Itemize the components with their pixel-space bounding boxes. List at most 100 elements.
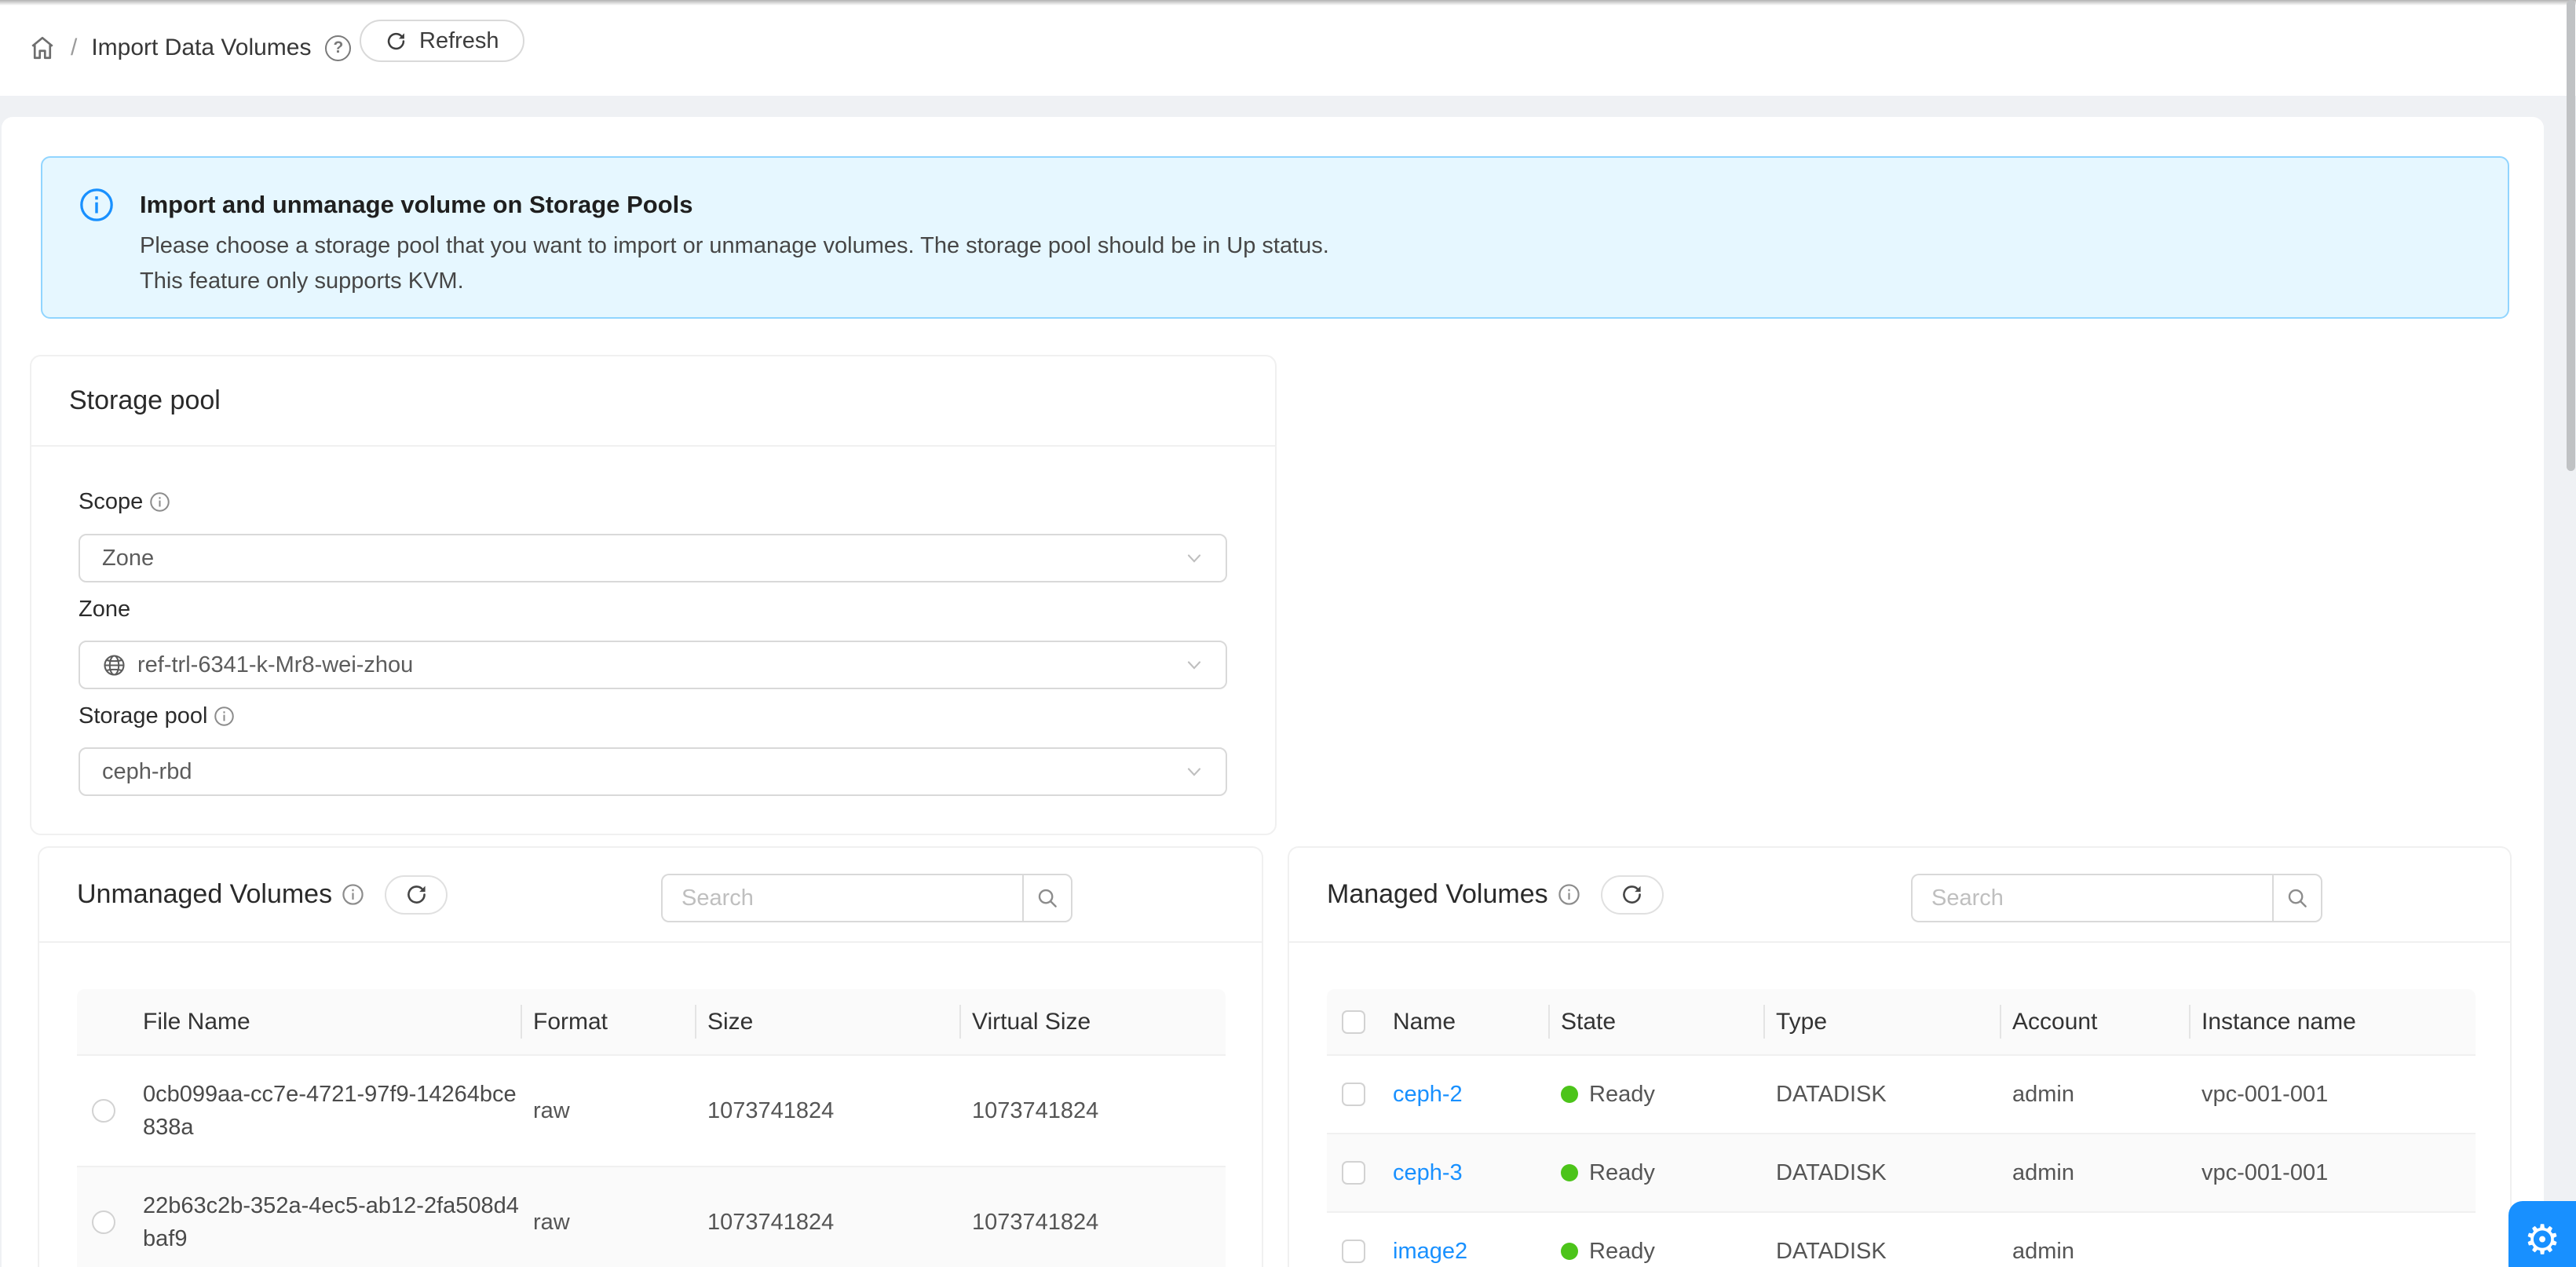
- scope-label: Scope: [79, 489, 170, 515]
- instance-name-cell: vpc-001-001: [2189, 1082, 2476, 1108]
- file-name-cell: 22b63c2b-352a-4ec5-ab12-2fa508d4baf9: [143, 1193, 519, 1251]
- chevron-down-icon: [1183, 547, 1205, 569]
- radio-button[interactable]: [92, 1210, 115, 1234]
- managed-volumes-table: Name State Type Account Instance name ce…: [1327, 989, 2476, 1267]
- reload-icon: [404, 882, 429, 907]
- storage-pool-card: Storage pool Scope Zone Zone: [30, 355, 1277, 835]
- type-cell: DATADISK: [1763, 1239, 2000, 1265]
- storage-pool-card-title: Storage pool: [31, 356, 1275, 447]
- state-cell: Ready: [1589, 1082, 1655, 1108]
- managed-search-button[interactable]: [2272, 874, 2322, 922]
- unmanaged-volumes-card: Unmanaged Volumes: [38, 846, 1263, 1267]
- column-header-name: Name: [1380, 989, 1548, 1054]
- unmanaged-search-button[interactable]: [1022, 874, 1072, 922]
- status-dot: [1561, 1086, 1578, 1103]
- managed-table-header: Name State Type Account Instance name: [1327, 989, 2476, 1054]
- unmanaged-volumes-title: Unmanaged Volumes: [77, 879, 332, 910]
- reload-icon: [385, 30, 407, 53]
- unmanaged-search-input[interactable]: [661, 874, 1022, 922]
- unmanaged-info-icon: [342, 883, 364, 906]
- instance-name-cell: vpc-001-001: [2189, 1160, 2476, 1186]
- column-header-state: State: [1548, 989, 1763, 1054]
- gear-icon: ⚙: [2524, 1220, 2561, 1261]
- breadcrumb: / Import Data Volumes ?: [28, 0, 351, 96]
- managed-refresh-button[interactable]: [1601, 875, 1664, 915]
- scope-select-value: Zone: [102, 546, 154, 571]
- state-cell: Ready: [1589, 1239, 1655, 1265]
- state-cell: Ready: [1589, 1160, 1655, 1186]
- managed-search-input[interactable]: [1911, 874, 2272, 922]
- page: / Import Data Volumes ? Refresh: [0, 0, 2576, 1267]
- column-header-virtual-size: Virtual Size: [959, 989, 1226, 1054]
- column-header-account: Account: [2000, 989, 2189, 1054]
- scope-select[interactable]: Zone: [79, 534, 1227, 582]
- file-name-cell: 0cb099aa-cc7e-4721-97f9-14264bce838a: [143, 1082, 517, 1140]
- row-checkbox[interactable]: [1342, 1161, 1365, 1185]
- row-checkbox[interactable]: [1342, 1083, 1365, 1106]
- select-all-checkbox[interactable]: [1342, 1010, 1365, 1034]
- row-checkbox[interactable]: [1342, 1240, 1365, 1263]
- account-cell: admin: [2000, 1239, 2189, 1265]
- scope-info-icon: [149, 491, 170, 513]
- virtual-size-cell: 1073741824: [959, 1210, 1226, 1236]
- alert-description-1: Please choose a storage pool that you wa…: [140, 233, 1329, 259]
- refresh-button[interactable]: Refresh: [360, 20, 524, 62]
- type-cell: DATADISK: [1763, 1082, 2000, 1108]
- table-row: ceph-2 Ready DATADISK admin vpc-001-001: [1327, 1054, 2476, 1133]
- storage-pool-select[interactable]: ceph-rbd: [79, 747, 1227, 796]
- table-row: 22b63c2b-352a-4ec5-ab12-2fa508d4baf9 raw…: [77, 1166, 1226, 1267]
- virtual-size-cell: 1073741824: [959, 1098, 1226, 1124]
- managed-search: [1911, 874, 2322, 922]
- chevron-down-icon: [1183, 761, 1205, 783]
- scrollbar-thumb[interactable]: [2567, 0, 2575, 471]
- topbar: / Import Data Volumes ? Refresh: [0, 0, 2576, 96]
- zone-label: Zone: [79, 597, 130, 623]
- globe-icon: [102, 653, 126, 677]
- status-dot: [1561, 1243, 1578, 1260]
- account-cell: admin: [2000, 1082, 2189, 1108]
- account-cell: admin: [2000, 1160, 2189, 1186]
- breadcrumb-current: Import Data Volumes: [91, 35, 311, 61]
- reload-icon: [1620, 882, 1644, 907]
- window-top-shadow: [0, 0, 2576, 5]
- managed-volumes-title: Managed Volumes: [1327, 879, 1548, 910]
- table-row: ceph-3 Ready DATADISK admin vpc-001-001: [1327, 1133, 2476, 1211]
- table-row: image2 Ready DATADISK admin: [1327, 1211, 2476, 1267]
- main-panel: Import and unmanage volume on Storage Po…: [2, 117, 2544, 1267]
- size-cell: 1073741824: [695, 1098, 959, 1124]
- size-cell: 1073741824: [695, 1210, 959, 1236]
- type-cell: DATADISK: [1763, 1160, 2000, 1186]
- unmanaged-table-header: File Name Format Size Virtual Size: [77, 989, 1226, 1054]
- column-header-type: Type: [1763, 989, 2000, 1054]
- storage-pool-info-icon: [214, 706, 235, 727]
- chevron-down-icon: [1183, 654, 1205, 676]
- volume-name-link[interactable]: image2: [1393, 1239, 1467, 1264]
- zone-select-value: ref-trl-6341-k-Mr8-wei-zhou: [137, 652, 413, 678]
- search-icon: [1036, 886, 1059, 910]
- column-header-format: Format: [521, 989, 695, 1054]
- column-header-file-name: File Name: [130, 989, 521, 1054]
- storage-pool-select-value: ceph-rbd: [102, 759, 192, 785]
- help-icon: ?: [325, 35, 351, 61]
- zone-select[interactable]: ref-trl-6341-k-Mr8-wei-zhou: [79, 641, 1227, 689]
- volume-name-link[interactable]: ceph-3: [1393, 1160, 1463, 1185]
- storage-pool-label: Storage pool: [79, 703, 235, 729]
- unmanaged-volumes-table: File Name Format Size Virtual Size 0cb09…: [77, 989, 1226, 1267]
- radio-button[interactable]: [92, 1099, 115, 1123]
- unmanaged-search: [661, 874, 1072, 922]
- refresh-label: Refresh: [419, 28, 499, 54]
- column-header-size: Size: [695, 989, 959, 1054]
- info-alert: Import and unmanage volume on Storage Po…: [41, 156, 2509, 319]
- settings-fab-button[interactable]: ⚙: [2508, 1201, 2576, 1267]
- volume-name-link[interactable]: ceph-2: [1393, 1082, 1463, 1107]
- home-icon[interactable]: [28, 34, 57, 62]
- selection-column-header: [77, 989, 130, 1054]
- format-cell: raw: [521, 1210, 695, 1236]
- info-circle-icon: [79, 187, 115, 223]
- breadcrumb-separator: /: [71, 35, 77, 61]
- format-cell: raw: [521, 1098, 695, 1124]
- managed-info-icon: [1558, 883, 1580, 906]
- managed-volumes-card: Managed Volumes: [1288, 846, 2512, 1267]
- unmanaged-refresh-button[interactable]: [385, 875, 448, 915]
- alert-title: Import and unmanage volume on Storage Po…: [140, 191, 692, 219]
